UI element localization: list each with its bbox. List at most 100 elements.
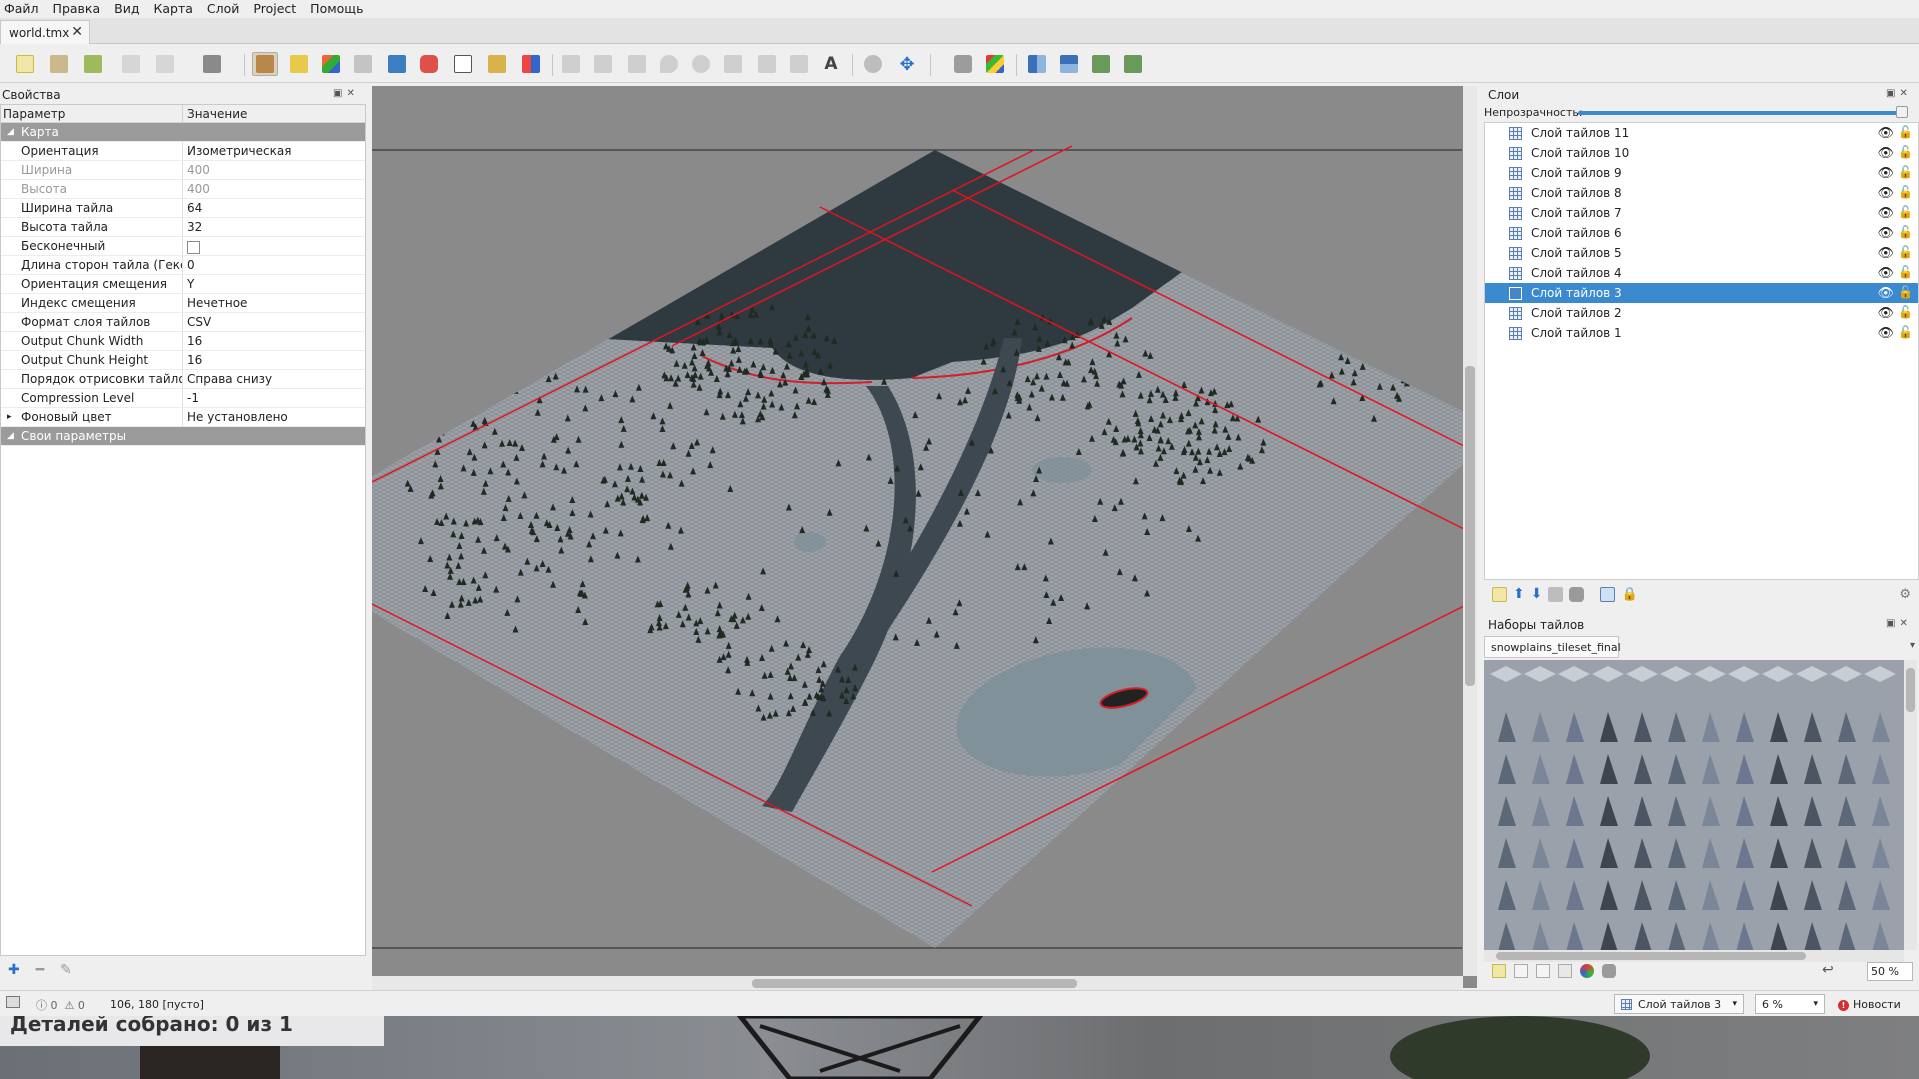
unlock-icon[interactable]: 🔓 — [1898, 225, 1913, 239]
eye-icon[interactable]: 👁 — [1877, 206, 1894, 221]
eye-icon[interactable]: 👁 — [1877, 306, 1894, 321]
property-value[interactable]: Не установлено — [183, 408, 365, 426]
magic-wand-button[interactable] — [484, 52, 510, 76]
save-button[interactable] — [80, 52, 106, 76]
insert-polygon-button[interactable] — [720, 52, 746, 76]
property-row[interactable]: Формат слоя тайлов CSV — [1, 313, 365, 332]
new-tileset-icon[interactable] — [1492, 964, 1506, 978]
flip-vertical-button[interactable] — [1056, 52, 1082, 76]
delete-layer-icon[interactable] — [1569, 586, 1585, 602]
column-header-param[interactable]: Параметр — [1, 105, 183, 122]
eye-icon[interactable]: 👁 — [1877, 246, 1894, 261]
map-canvas[interactable] — [372, 86, 1477, 988]
property-value[interactable]: Y — [183, 275, 365, 293]
insert-rectangle-button[interactable] — [624, 52, 650, 76]
property-value[interactable]: 16 — [183, 332, 365, 350]
group-custom-properties[interactable]: ◢ Свои параметры — [1, 427, 365, 446]
panel-float-close-icons[interactable]: ▣✕ — [1886, 88, 1912, 99]
eye-icon[interactable]: 👁 — [1877, 126, 1894, 141]
news-button[interactable]: ! Новости — [1838, 998, 1901, 1011]
rotate-left-button[interactable] — [1088, 52, 1114, 76]
new-layer-icon[interactable] — [1492, 586, 1507, 602]
canvas-horizontal-scrollbar[interactable] — [372, 976, 1463, 990]
menu-item-0[interactable]: Файл — [0, 0, 46, 18]
layer-row[interactable]: Слой тайлов 8 👁 🔓 — [1485, 183, 1918, 203]
map-zoom-select[interactable]: 6 % ▾ — [1755, 994, 1825, 1014]
shape-fill-button[interactable] — [384, 52, 410, 76]
random-mode-button[interactable] — [950, 52, 976, 76]
insert-text-button[interactable]: A — [818, 52, 844, 76]
property-row[interactable]: Бесконечный — [1, 237, 365, 256]
property-row[interactable]: Ориентация Изометрическая — [1, 142, 365, 161]
eye-icon[interactable]: 👁 — [1877, 266, 1894, 281]
menu-item-3[interactable]: Карта — [146, 0, 199, 18]
infinite-checkbox[interactable] — [187, 241, 200, 254]
property-value[interactable]: 400 — [183, 161, 365, 179]
eye-icon[interactable]: 👁 — [1877, 166, 1894, 181]
layer-row[interactable]: Слой тайлов 11 👁 🔓 — [1485, 123, 1918, 143]
property-row[interactable]: Ширина 400 — [1, 161, 365, 180]
property-value[interactable]: 16 — [183, 351, 365, 369]
edit-polygons-button[interactable] — [590, 52, 616, 76]
terrain-brush-button[interactable] — [286, 52, 312, 76]
eye-icon[interactable]: 👁 — [1877, 146, 1894, 161]
collapse-arrow-icon[interactable]: ◢ — [7, 427, 14, 445]
property-row[interactable]: Compression Level -1 — [1, 389, 365, 408]
canvas-vertical-scrollbar[interactable] — [1463, 86, 1477, 976]
embed-tileset-icon[interactable] — [1514, 964, 1528, 978]
open-file-button[interactable] — [46, 52, 72, 76]
scrollbar-thumb[interactable] — [1465, 366, 1475, 686]
flip-horizontal-button[interactable] — [1024, 52, 1050, 76]
layer-row[interactable]: Слой тайлов 4 👁 🔓 — [1485, 263, 1918, 283]
property-value[interactable]: CSV — [183, 313, 365, 331]
scrollbar-thumb[interactable] — [752, 979, 1077, 988]
layer-row[interactable]: Слой тайлов 10 👁 🔓 — [1485, 143, 1918, 163]
property-row[interactable]: Ширина тайла 64 — [1, 199, 365, 218]
layer-row[interactable]: Слой тайлов 7 👁 🔓 — [1485, 203, 1918, 223]
layer-row[interactable]: Слой тайлов 1 👁 🔓 — [1485, 323, 1918, 343]
panel-float-close-icons[interactable]: ▣✕ — [1886, 618, 1912, 629]
menu-item-1[interactable]: Правка — [46, 0, 108, 18]
wang-fill-mode-button[interactable] — [982, 52, 1008, 76]
world-tool-button[interactable] — [860, 52, 886, 76]
remove-tileset-icon[interactable] — [1602, 964, 1616, 978]
insert-template-button[interactable] — [786, 52, 812, 76]
property-row[interactable]: Длина сторон тайла (Гекс) 0 — [1, 256, 365, 275]
select-same-tile-button[interactable] — [518, 52, 544, 76]
property-row[interactable]: Высота тайла 32 — [1, 218, 365, 237]
expand-arrow-icon[interactable]: ▸ — [7, 408, 12, 426]
menu-item-6[interactable]: Помощь — [303, 0, 370, 18]
group-map[interactable]: ◢ Карта — [1, 123, 365, 142]
insert-ellipse-button[interactable] — [688, 52, 714, 76]
tileset-tabs-menu-icon[interactable]: ▾ — [1910, 640, 1915, 651]
lower-layer-icon[interactable]: ⬇ — [1531, 586, 1543, 602]
raise-layer-icon[interactable]: ⬆ — [1513, 586, 1525, 602]
wang-brush-button[interactable] — [318, 52, 344, 76]
eraser-button[interactable] — [416, 52, 442, 76]
unlock-icon[interactable]: 🔓 — [1898, 245, 1913, 259]
lock-icon[interactable]: 🔒 — [1621, 587, 1637, 602]
issues-counter[interactable]: ⓘ 0 ⚠ 0 — [36, 997, 85, 1013]
move-tool-button[interactable]: ✥ — [894, 52, 920, 76]
property-row[interactable]: Порядок отрисовки тайлов Справа снизу — [1, 370, 365, 389]
edit-tileset-icon[interactable] — [1558, 964, 1572, 978]
scrollbar-thumb[interactable] — [1906, 668, 1915, 712]
redo-button[interactable] — [152, 52, 178, 76]
dynamic-wrap-icon[interactable]: ↩ — [1822, 962, 1834, 978]
tileset-tab[interactable]: snowplains_tileset_final — [1484, 636, 1621, 658]
console-icon[interactable] — [6, 996, 20, 1008]
property-row[interactable]: Индекс смещения Нечетное — [1, 294, 365, 313]
property-value[interactable]: 400 — [183, 180, 365, 198]
tileset-colors-icon[interactable] — [1580, 964, 1594, 978]
property-value[interactable]: Изометрическая — [183, 142, 365, 160]
select-objects-button[interactable] — [558, 52, 584, 76]
commands-button[interactable] — [194, 52, 230, 76]
export-tileset-icon[interactable] — [1536, 964, 1550, 978]
property-value[interactable] — [183, 237, 365, 255]
unlock-icon[interactable]: 🔓 — [1898, 325, 1913, 339]
add-property-icon[interactable]: ✚ — [8, 962, 20, 978]
property-value[interactable]: 32 — [183, 218, 365, 236]
stamp-brush-button[interactable] — [252, 52, 278, 76]
property-row[interactable]: Output Chunk Height 16 — [1, 351, 365, 370]
property-value[interactable]: -1 — [183, 389, 365, 407]
